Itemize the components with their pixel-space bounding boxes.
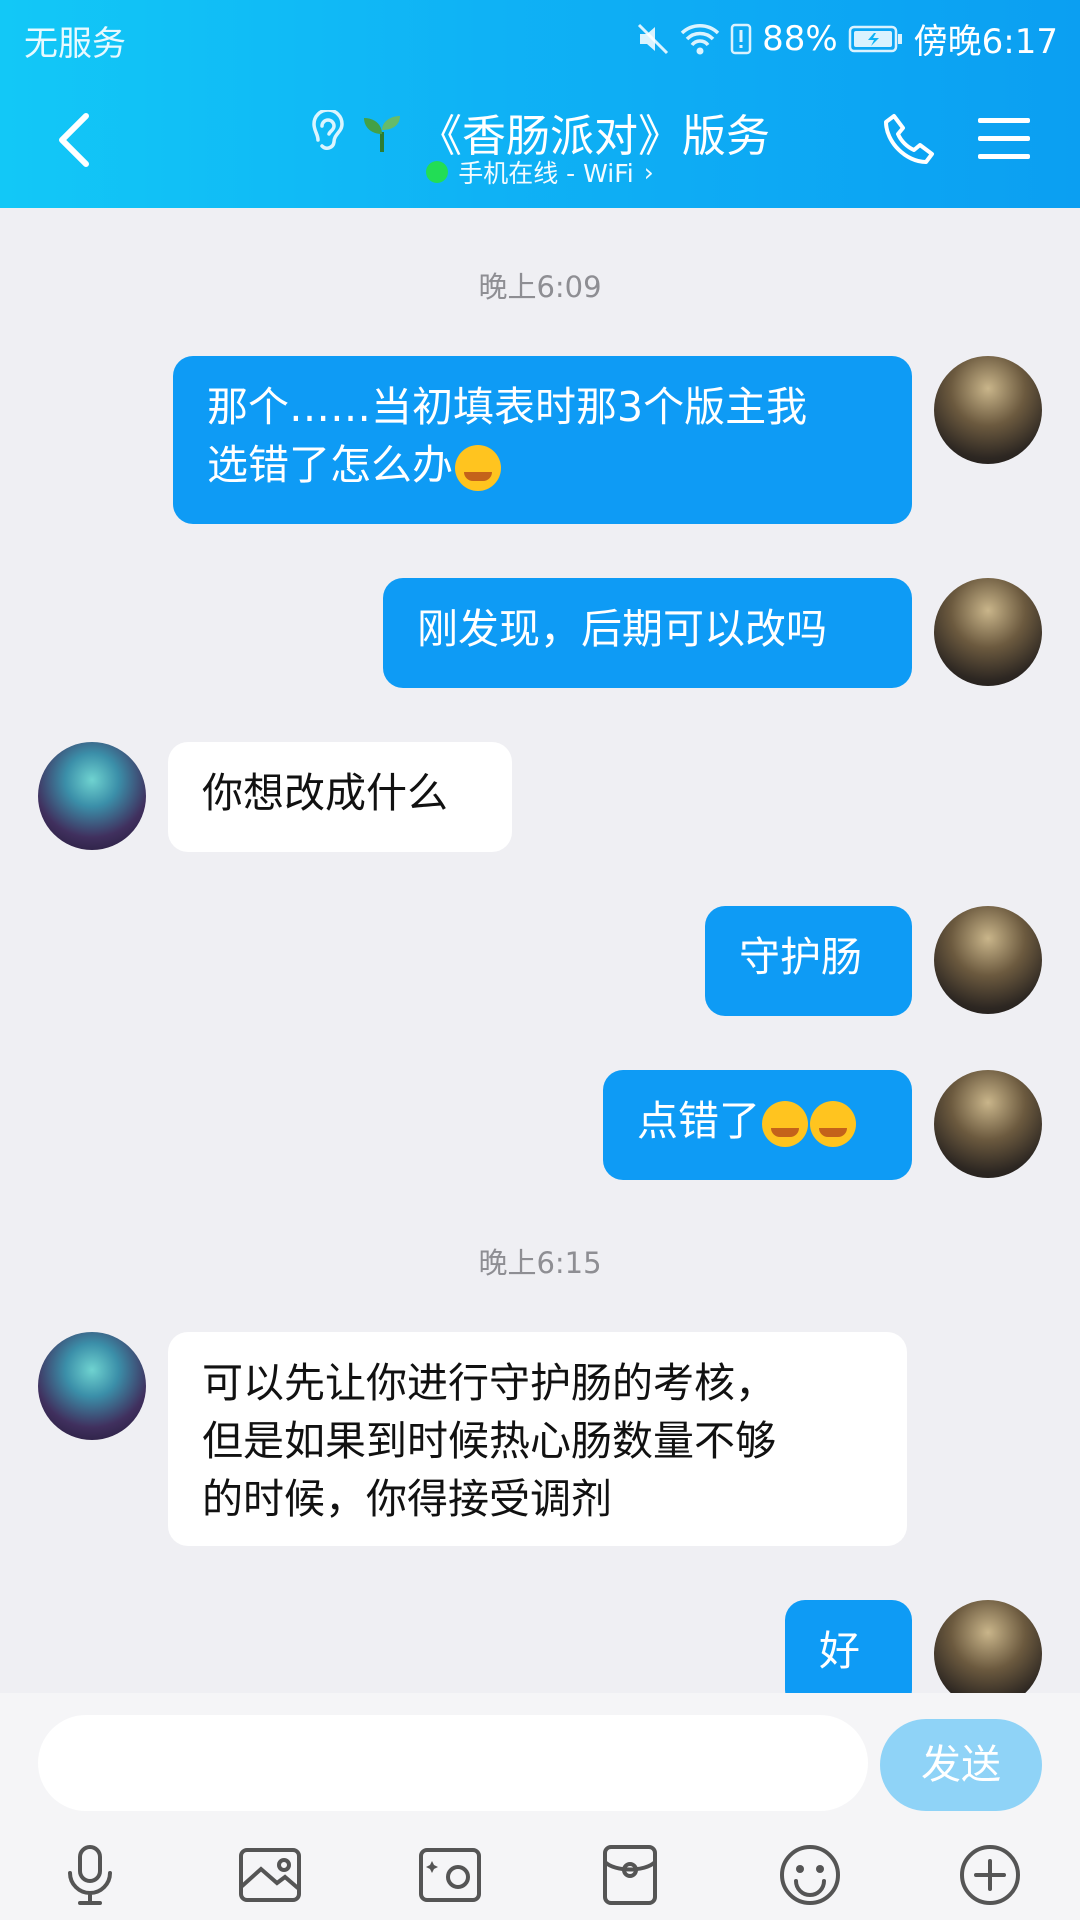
crying-emoji-icon xyxy=(762,1101,808,1147)
message-bubble-incoming[interactable]: 你想改成什么 xyxy=(168,742,512,852)
chevron-right-icon: › xyxy=(643,157,654,187)
chat-header: 无服务 88% 傍晚6:17 《香肠派对》版务 手机在线 - WiFi › xyxy=(0,0,1080,208)
battery-icon xyxy=(848,25,902,52)
timestamp: 晚上6:09 xyxy=(478,270,602,304)
contact-avatar[interactable] xyxy=(38,1332,146,1440)
message-bubble-outgoing[interactable]: 那个……当初填表时那3个版主我 选错了怎么办 xyxy=(173,356,912,524)
camera-icon xyxy=(419,1848,481,1902)
message-text: 好 xyxy=(819,1627,860,1675)
contact-avatar[interactable] xyxy=(38,742,146,850)
crying-emoji-icon xyxy=(455,445,501,491)
message-text: 刚发现，后期可以改吗 xyxy=(417,605,827,653)
mute-icon xyxy=(638,23,669,54)
message-bubble-outgoing[interactable]: 点错了 xyxy=(603,1070,912,1180)
my-avatar[interactable] xyxy=(934,906,1042,1014)
my-avatar[interactable] xyxy=(934,578,1042,686)
image-icon xyxy=(239,1848,301,1902)
camera-button[interactable] xyxy=(410,1835,490,1915)
carrier-label: 无服务 xyxy=(24,24,126,64)
wifi-icon xyxy=(680,23,720,54)
crying-emoji-icon xyxy=(810,1101,856,1147)
message-text: 可以先让你进行守护肠的考核， 但是如果到时候热心肠数量不够 的时候，你得接受调剂 xyxy=(202,1359,776,1523)
message-text: 那个……当初填表时那3个版主我 选错了怎么办 xyxy=(207,383,808,489)
my-avatar[interactable] xyxy=(934,1600,1042,1708)
send-button[interactable]: 发送 xyxy=(880,1719,1042,1811)
message-input[interactable] xyxy=(38,1715,868,1811)
emoji-button[interactable] xyxy=(770,1835,850,1915)
phone-icon[interactable] xyxy=(880,112,936,168)
message-text: 守护肠 xyxy=(739,933,862,981)
alert-icon xyxy=(730,23,752,54)
message-bubble-outgoing[interactable]: 刚发现，后期可以改吗 xyxy=(383,578,912,688)
battery-percent: 88% xyxy=(762,18,838,59)
red-packet-button[interactable] xyxy=(590,1835,670,1915)
my-avatar[interactable] xyxy=(934,1070,1042,1178)
my-avatar[interactable] xyxy=(934,356,1042,464)
sprout-icon xyxy=(364,116,400,152)
clock: 傍晚6:17 xyxy=(913,22,1058,62)
message-bubble-outgoing[interactable]: 守护肠 xyxy=(705,906,912,1016)
image-button[interactable] xyxy=(230,1835,310,1915)
input-bar: 发送 xyxy=(0,1693,1080,1920)
message-bubble-incoming[interactable]: 可以先让你进行守护肠的考核， 但是如果到时候热心肠数量不够 的时候，你得接受调剂 xyxy=(168,1332,907,1546)
timestamp: 晚上6:15 xyxy=(478,1246,602,1280)
online-status-text: 手机在线 - WiFi xyxy=(458,159,634,188)
voice-button[interactable] xyxy=(50,1835,130,1915)
more-button[interactable] xyxy=(950,1835,1030,1915)
menu-icon[interactable] xyxy=(978,116,1030,162)
message-text: 你想改成什么 xyxy=(202,769,448,817)
ear-icon xyxy=(312,110,344,150)
emoji-icon xyxy=(780,1845,840,1905)
message-text: 点错了 xyxy=(637,1097,760,1145)
redpacket-icon xyxy=(603,1845,657,1905)
plus-icon xyxy=(960,1845,1020,1905)
status-bar: 88% 傍晚6:17 xyxy=(636,14,1058,63)
input-toolbar xyxy=(0,1835,1080,1915)
online-dot-icon xyxy=(426,161,449,183)
mic-icon xyxy=(68,1845,112,1905)
